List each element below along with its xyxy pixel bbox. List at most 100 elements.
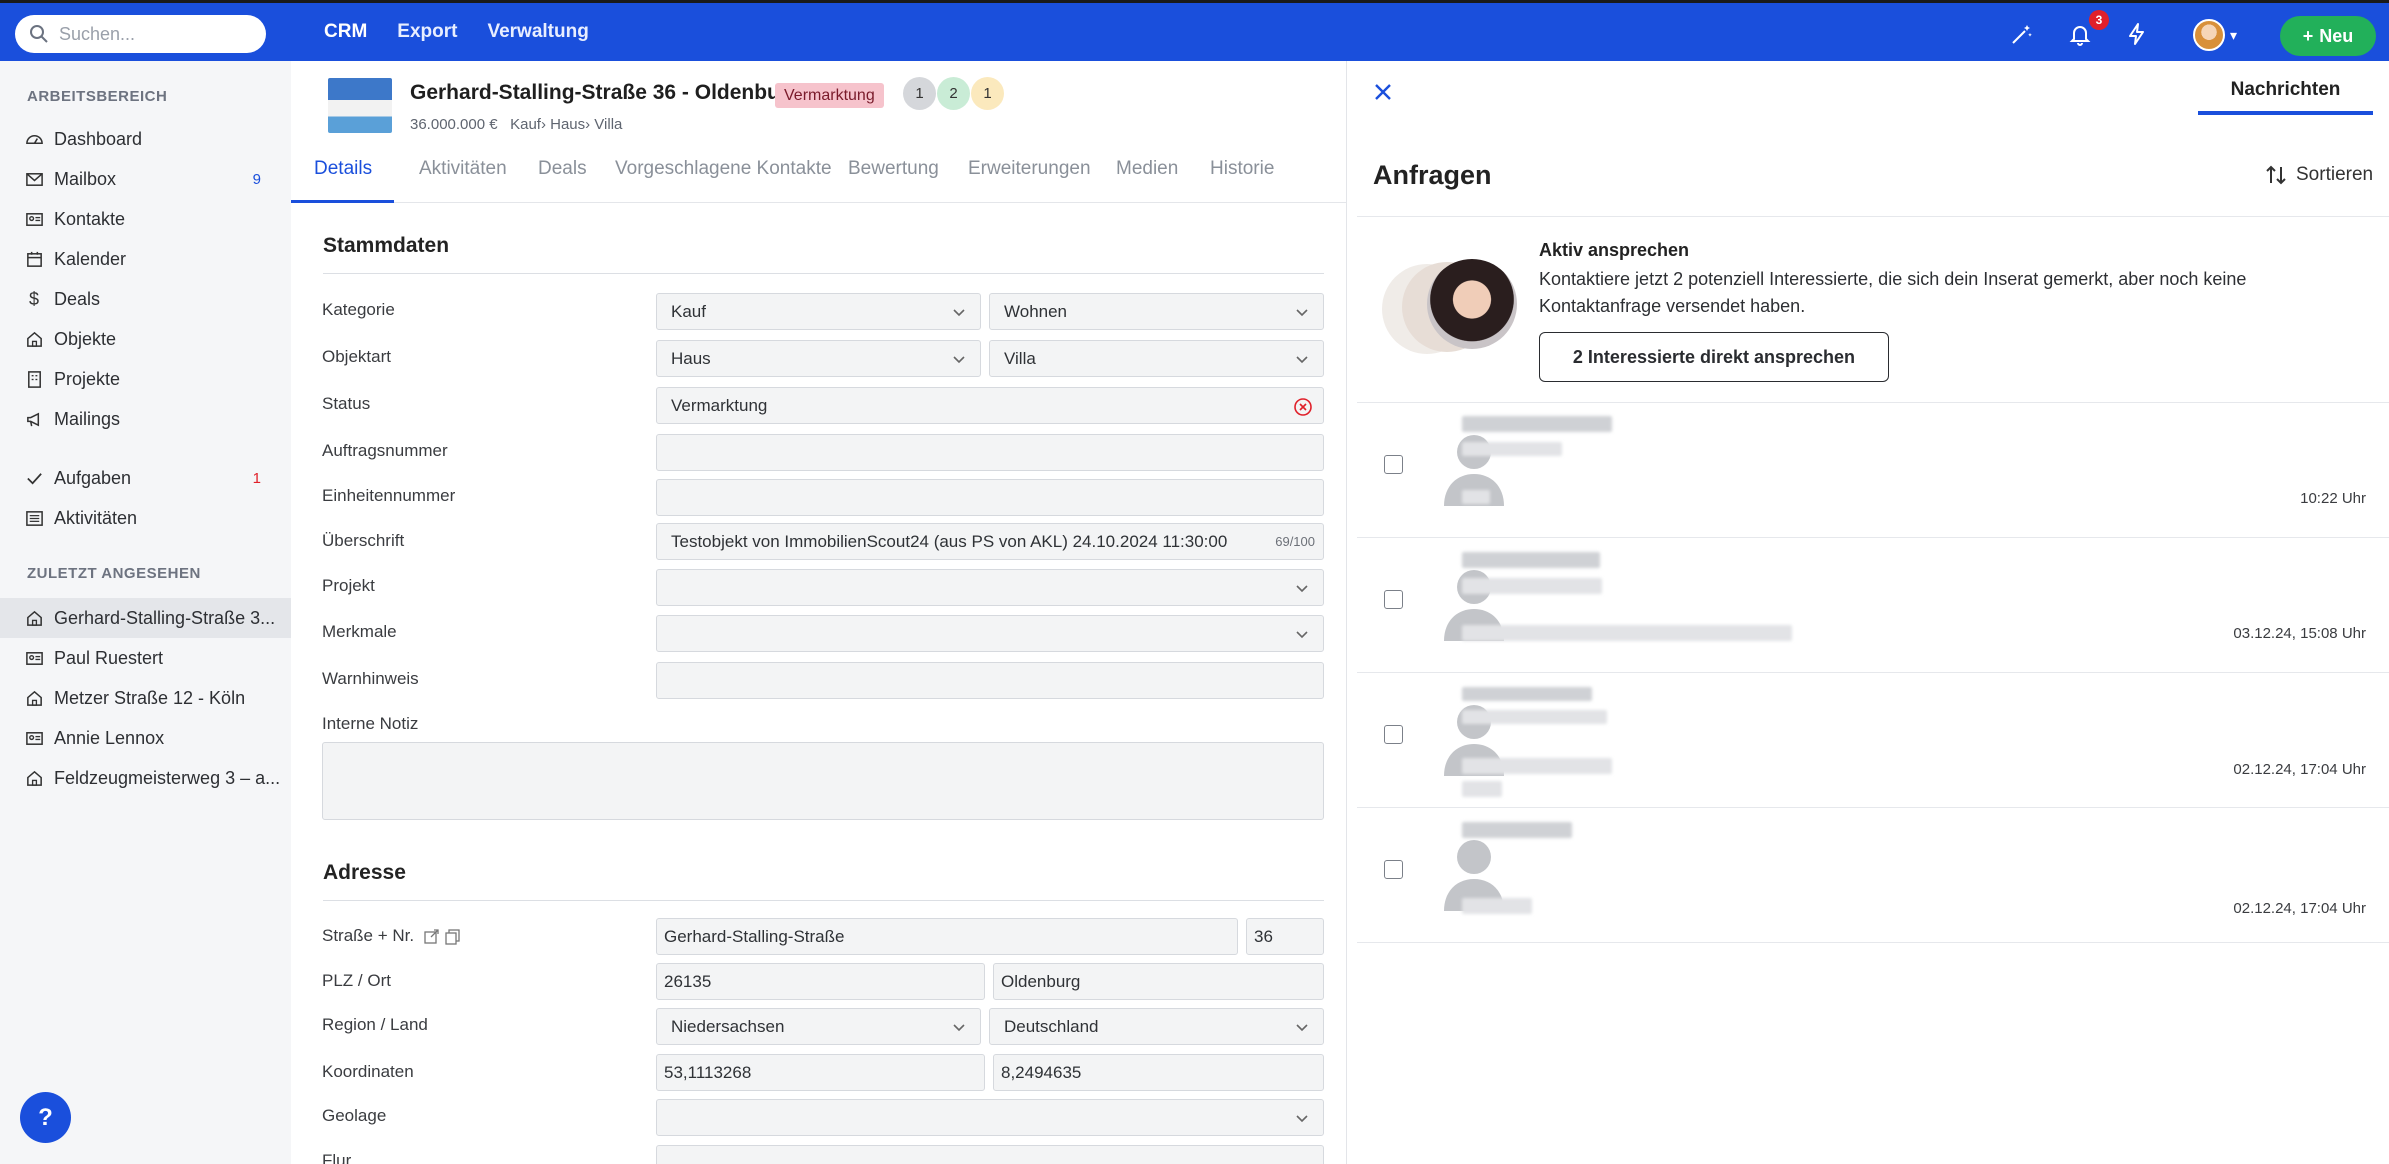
- inquiry-time: 10:22 Uhr: [2300, 490, 2366, 507]
- contact-interested-button[interactable]: 2 Interessierte direkt ansprechen: [1539, 332, 1889, 382]
- bell-icon[interactable]: [2068, 22, 2092, 46]
- einheitennummer-input[interactable]: [656, 479, 1324, 516]
- price: 36.000.000 €: [410, 116, 498, 133]
- inquiry-row[interactable]: 10:22 Uhr: [1357, 403, 2389, 538]
- inquiry-row[interactable]: 03.12.24, 15:08 Uhr: [1357, 538, 2389, 673]
- plus-icon: +: [2302, 25, 2314, 46]
- interne-notiz-textarea[interactable]: [322, 742, 1324, 820]
- warnhinweis-input[interactable]: [656, 662, 1324, 699]
- dashboard-icon: [24, 129, 44, 149]
- sidebar-item-mailings[interactable]: Mailings: [0, 399, 291, 439]
- clear-circle-icon[interactable]: [1293, 397, 1313, 417]
- edit-link-icon[interactable]: [423, 928, 440, 945]
- geolage-label: Geolage: [322, 1106, 387, 1125]
- inquiry-checkbox[interactable]: [1384, 455, 1403, 474]
- char-counter: 69/100: [1275, 534, 1315, 549]
- nav-verwaltung[interactable]: Verwaltung: [487, 21, 588, 43]
- recent-item[interactable]: Gerhard-Stalling-Straße 3...: [0, 598, 291, 638]
- nav-export[interactable]: Export: [397, 21, 457, 43]
- nav-crm[interactable]: CRM: [324, 21, 367, 43]
- tab-deals[interactable]: Deals: [538, 158, 587, 203]
- land-select[interactable]: Deutschland: [989, 1008, 1324, 1045]
- inquiry-row[interactable]: 02.12.24, 17:04 Uhr: [1357, 808, 2389, 943]
- tab-nachrichten[interactable]: Nachrichten: [2198, 79, 2373, 115]
- user-avatar[interactable]: [2193, 19, 2225, 51]
- sidebar-item-objekte[interactable]: Objekte: [0, 319, 291, 359]
- sidebar-item-label: Aktivitäten: [54, 507, 138, 528]
- house-number-input[interactable]: 36: [1246, 918, 1324, 955]
- inquiry-row[interactable]: 02.12.24, 17:04 Uhr: [1357, 673, 2389, 808]
- sidebar-item-kontakte[interactable]: Kontakte: [0, 199, 291, 239]
- tab-erweiterungen[interactable]: Erweiterungen: [968, 158, 1091, 203]
- recent-item[interactable]: Metzer Straße 12 - Köln: [0, 678, 291, 718]
- counter-badge-yellow[interactable]: 1: [971, 77, 1004, 110]
- recent-item[interactable]: Paul Ruestert: [0, 638, 291, 678]
- property-thumbnail[interactable]: [328, 78, 392, 133]
- recent-item[interactable]: Feldzeugmeisterweg 3 – a...: [0, 758, 291, 798]
- redacted-name: [1462, 416, 1612, 432]
- search-input[interactable]: Suchen...: [15, 15, 266, 53]
- merkmale-select[interactable]: [656, 615, 1324, 652]
- sidebar-item-aufgaben[interactable]: Aufgaben 1: [0, 458, 291, 498]
- redacted-message: [1462, 625, 1792, 641]
- recent-item-label: Paul Ruestert: [54, 647, 164, 668]
- new-button[interactable]: + Neu: [2280, 16, 2376, 56]
- search-icon: [30, 25, 48, 43]
- sidebar-item-mailbox[interactable]: Mailbox 9: [0, 159, 291, 199]
- sidebar-item-aktivitaeten[interactable]: Aktivitäten: [0, 498, 291, 538]
- type-breadcrumb: Kauf› Haus› Villa: [510, 116, 623, 133]
- tab-historie[interactable]: Historie: [1210, 158, 1274, 203]
- auftragsnummer-label: Auftragsnummer: [322, 441, 448, 460]
- redacted-contact: [1462, 442, 1562, 456]
- ort-input[interactable]: Oldenburg: [993, 963, 1324, 1000]
- list-icon: [24, 508, 44, 528]
- projekt-select[interactable]: [656, 569, 1324, 606]
- help-button[interactable]: ?: [20, 1092, 71, 1143]
- objektart-select[interactable]: Haus: [656, 340, 981, 377]
- sidebar-item-kalender[interactable]: Kalender: [0, 239, 291, 279]
- region-select[interactable]: Niedersachsen: [656, 1008, 981, 1045]
- inquiry-checkbox[interactable]: [1384, 860, 1403, 879]
- auftragsnummer-input[interactable]: [656, 434, 1324, 471]
- geolage-select[interactable]: [656, 1099, 1324, 1136]
- top-nav: CRM Export Verwaltung: [324, 3, 619, 61]
- tab-aktivitaeten[interactable]: Aktivitäten: [419, 158, 507, 203]
- tab-details[interactable]: Details: [291, 158, 395, 203]
- copy-icon[interactable]: [444, 928, 461, 945]
- counter-badge-gray[interactable]: 1: [903, 77, 936, 110]
- redacted-message: [1462, 781, 1502, 797]
- sidebar-item-dashboard[interactable]: Dashboard: [0, 119, 291, 159]
- longitude-input[interactable]: 8,2494635: [993, 1054, 1324, 1091]
- tab-vorgeschlagene-kontakte[interactable]: Vorgeschlagene Kontakte: [615, 158, 832, 203]
- sort-button[interactable]: Sortieren: [2264, 163, 2373, 187]
- objektart-label: Objektart: [322, 347, 391, 366]
- inquiry-checkbox[interactable]: [1384, 725, 1403, 744]
- objekttyp-select[interactable]: Villa: [989, 340, 1324, 377]
- plz-input[interactable]: 26135: [656, 963, 985, 1000]
- status-select[interactable]: Vermarktung: [656, 387, 1324, 424]
- recent-item[interactable]: Annie Lennox: [0, 718, 291, 758]
- kategorie-select[interactable]: Kauf: [656, 293, 981, 330]
- sidebar-item-projekte[interactable]: Projekte: [0, 359, 291, 399]
- dollar-icon: $: [28, 288, 39, 309]
- redacted-contact: [1462, 710, 1607, 724]
- objektart-value: Haus: [671, 348, 711, 368]
- sidebar-item-label: Mailings: [54, 408, 121, 429]
- inquiry-checkbox[interactable]: [1384, 590, 1403, 609]
- street-input[interactable]: Gerhard-Stalling-Straße: [656, 918, 1238, 955]
- nutzungsart-select[interactable]: Wohnen: [989, 293, 1324, 330]
- counter-badge-green[interactable]: 2: [937, 77, 970, 110]
- latitude-input[interactable]: 53,1113268: [656, 1054, 985, 1091]
- ueberschrift-input[interactable]: Testobjekt von ImmobilienScout24 (aus PS…: [656, 523, 1324, 560]
- notification-badge: 3: [2089, 10, 2109, 30]
- chevron-down-icon[interactable]: ▾: [2230, 27, 2237, 44]
- lightning-icon[interactable]: [2125, 22, 2149, 46]
- tab-bewertung[interactable]: Bewertung: [848, 158, 939, 203]
- close-icon[interactable]: [1372, 81, 1394, 103]
- sidebar-item-label: Kontakte: [54, 208, 126, 229]
- sidebar-item-deals[interactable]: $ Deals: [0, 279, 291, 319]
- magic-wand-icon[interactable]: [2010, 22, 2034, 46]
- flur-input[interactable]: [656, 1145, 1324, 1164]
- inquiry-time: 02.12.24, 17:04 Uhr: [2233, 761, 2366, 778]
- tab-medien[interactable]: Medien: [1116, 158, 1178, 203]
